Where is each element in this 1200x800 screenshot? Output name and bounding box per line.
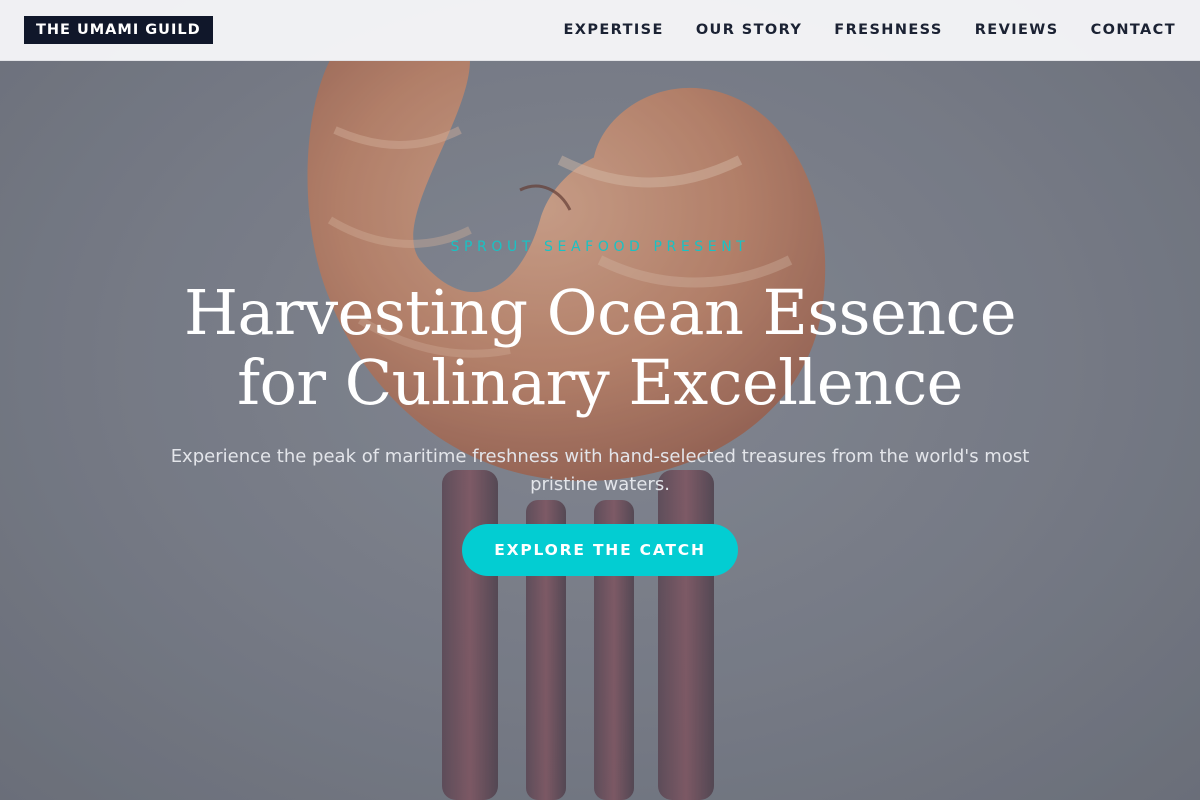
hero-headline: Harvesting Ocean Essence for Culinary Ex… [100, 278, 1100, 418]
hero-content: SPROUT SEAFOOD PRESENT Harvesting Ocean … [0, 0, 1200, 800]
brand-logo[interactable]: THE UMAMI GUILD [24, 16, 213, 44]
nav-link-freshness[interactable]: FRESHNESS [834, 22, 942, 38]
hero-eyebrow: SPROUT SEAFOOD PRESENT [450, 239, 750, 255]
nav-link-reviews[interactable]: REVIEWS [975, 22, 1059, 38]
hero-headline-line-2: for Culinary Excellence [237, 346, 963, 419]
hero-subtitle: Experience the peak of maritime freshnes… [170, 446, 1030, 495]
nav-link-expertise[interactable]: EXPERTISE [563, 22, 663, 38]
main-nav: EXPERTISE OUR STORY FRESHNESS REVIEWS CO… [563, 22, 1176, 38]
nav-link-our-story[interactable]: OUR STORY [696, 22, 802, 38]
explore-catch-button[interactable]: EXPLORE THE CATCH [462, 524, 738, 576]
nav-link-contact[interactable]: CONTACT [1091, 22, 1176, 38]
hero-headline-line-1: Harvesting Ocean Essence [183, 276, 1017, 349]
site-header: THE UMAMI GUILD EXPERTISE OUR STORY FRES… [0, 0, 1200, 61]
